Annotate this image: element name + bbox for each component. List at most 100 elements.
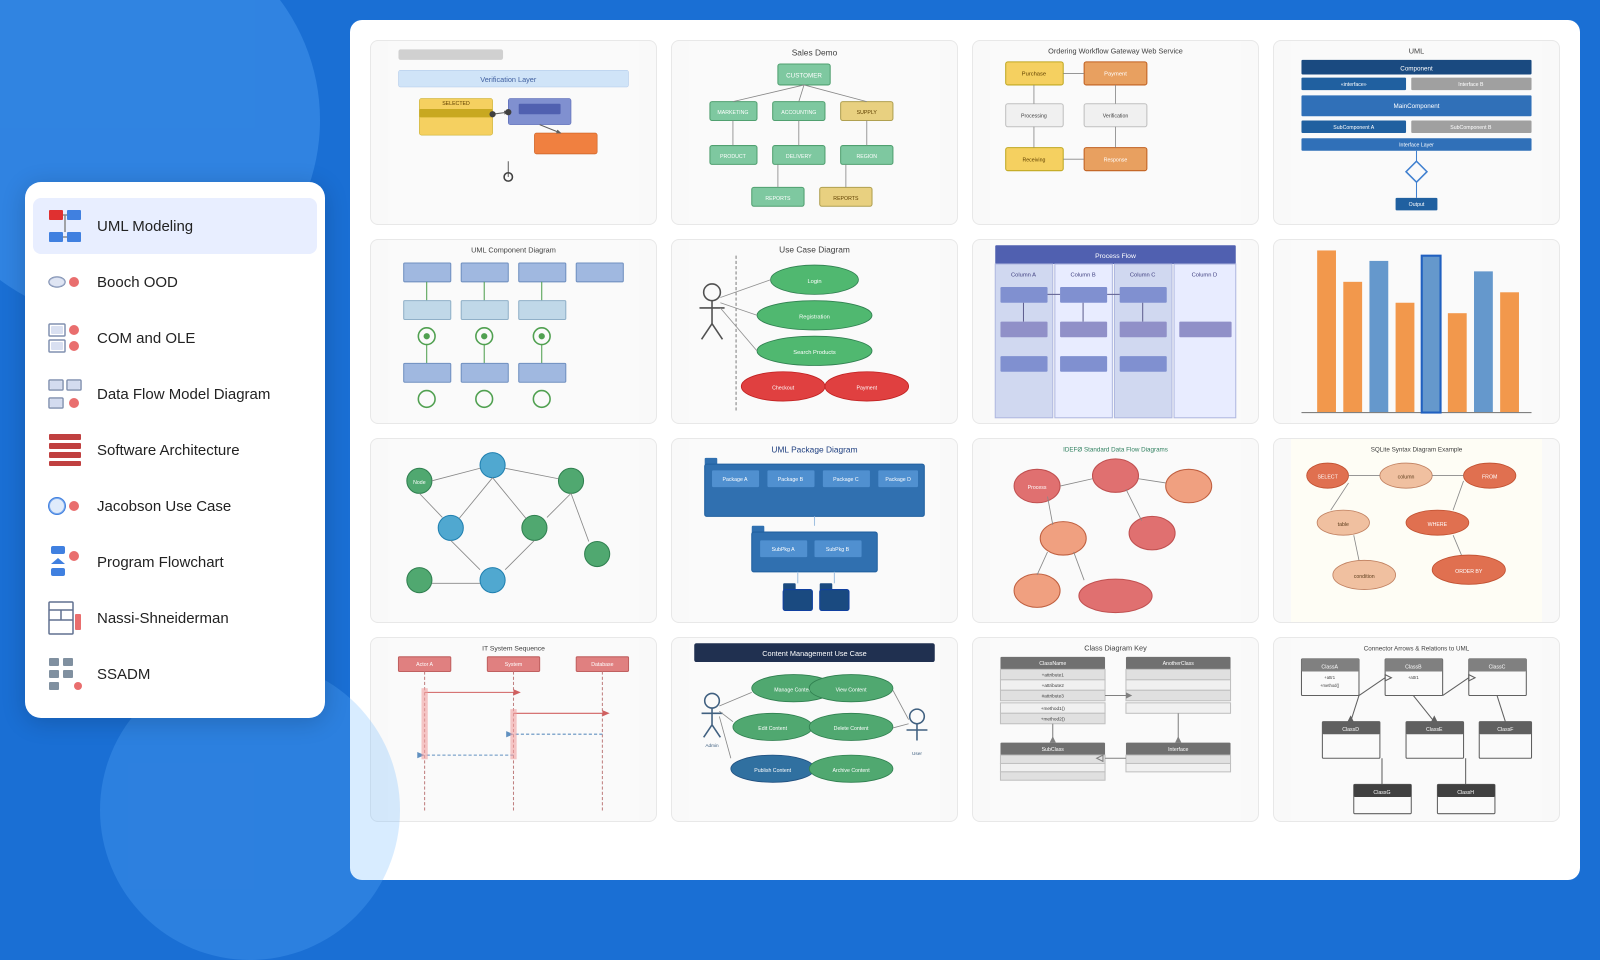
svg-text:System: System [505,662,522,668]
sidebar-item-software-arch[interactable]: Software Architecture [33,422,317,478]
svg-text:Archive Content: Archive Content [833,768,871,774]
diagram-card-5[interactable]: UML Component Diagram [370,239,657,424]
diagram-card-1[interactable]: Verification Layer SELECTED [370,40,657,225]
svg-text:ClassE: ClassE [1426,727,1443,733]
svg-text:MainComponent: MainComponent [1394,103,1440,110]
svg-text:SELECT: SELECT [1317,475,1338,481]
svg-text:Content Management Use Case: Content Management Use Case [762,649,866,658]
svg-text:Sales Demo: Sales Demo [792,48,838,58]
sidebar-item-label-ssadm: SSADM [97,666,150,683]
svg-text:IT System Sequence: IT System Sequence [482,646,545,653]
svg-text:Column C: Column C [1130,273,1156,279]
svg-text:SubPkg A: SubPkg A [772,547,795,553]
svg-text:ClassC: ClassC [1489,664,1506,670]
diagram-card-16[interactable]: Connector Arrows & Relations to UML Clas… [1273,637,1560,822]
svg-text:#attribute3: #attribute3 [1042,694,1065,699]
svg-text:Package D: Package D [885,477,911,483]
sidebar-item-ssadm[interactable]: SSADM [33,646,317,702]
svg-text:Process: Process [1028,485,1047,491]
svg-text:PRODUCT: PRODUCT [720,154,747,160]
svg-text:Receiving: Receiving [1022,157,1045,163]
diagram-card-7[interactable]: Process Flow Column A Column B Column C … [972,239,1259,424]
svg-text:Verification Layer: Verification Layer [480,75,537,84]
main-content: Verification Layer SELECTED [350,20,1580,880]
data-flow-icon [47,376,83,412]
diagram-card-13[interactable]: IT System Sequence Actor A System Databa… [370,637,657,822]
svg-text:UML: UML [1409,47,1424,56]
svg-text:+method(): +method() [1320,683,1340,688]
diagram-card-15[interactable]: Class Diagram Key ClassName +attribute1 … [972,637,1259,822]
svg-text:View Content: View Content [836,687,867,693]
sidebar-item-uml-modeling[interactable]: UML Modeling [33,198,317,254]
svg-text:Column B: Column B [1070,273,1095,279]
svg-text:Ordering Workflow Gateway Web: Ordering Workflow Gateway Web Service [1048,47,1183,56]
diagram-card-3[interactable]: Ordering Workflow Gateway Web Service Pu… [972,40,1259,225]
svg-text:UML Component Diagram: UML Component Diagram [471,246,556,255]
svg-text:Processing: Processing [1021,113,1047,119]
com-ole-icon [47,320,83,356]
svg-text:ClassG: ClassG [1373,790,1390,796]
svg-text:IDEFØ Standard Data Flow Diagr: IDEFØ Standard Data Flow Diagrams [1063,447,1168,454]
svg-text:Publish Content: Publish Content [754,768,791,774]
svg-text:ClassF: ClassF [1497,727,1513,733]
svg-text:ClassB: ClassB [1405,664,1422,670]
svg-text:column: column [1398,475,1415,481]
sidebar-item-label-flowchart: Program Flowchart [97,554,224,571]
svg-text:ACCOUNTING: ACCOUNTING [781,110,816,116]
svg-text:REGION: REGION [856,154,877,160]
svg-text:Verification: Verification [1103,113,1129,119]
svg-text:Column D: Column D [1192,273,1218,279]
sidebar-item-jacobson[interactable]: Jacobson Use Case [33,478,317,534]
svg-text:Payment: Payment [856,386,877,392]
sidebar-item-label-sw-arch: Software Architecture [97,442,240,459]
svg-text:SUPPLY: SUPPLY [857,110,878,116]
svg-text:Interface: Interface [1168,747,1188,753]
diagram-card-12[interactable]: SQLite Syntax Diagram Example SELECT col… [1273,438,1560,623]
sidebar-item-booch-ood[interactable]: Booch OOD [33,254,317,310]
diagram-card-10[interactable]: UML Package Diagram Package A Package B … [671,438,958,623]
svg-text:Process Flow: Process Flow [1095,253,1136,260]
svg-text:+method2(): +method2() [1041,717,1066,722]
diagram-card-9[interactable]: Node [370,438,657,623]
svg-text:table: table [1338,522,1349,528]
svg-text:Manage Content: Manage Content [774,687,813,693]
svg-text:Connector Arrows & Relations t: Connector Arrows & Relations to UML [1364,646,1470,653]
svg-text:Purchase: Purchase [1022,72,1046,78]
ssadm-icon [47,656,83,692]
sidebar-item-com-ole[interactable]: COM and OLE [33,310,317,366]
svg-text:SQLite Syntax Diagram Example: SQLite Syntax Diagram Example [1371,447,1463,454]
diagram-card-6[interactable]: Use Case Diagram Login Registration Sear… [671,239,958,424]
sidebar-item-nassi[interactable]: Nassi-Shneiderman [33,590,317,646]
nassi-icon [47,600,83,636]
svg-text:Column A: Column A [1011,273,1036,279]
svg-text:DELIVERY: DELIVERY [786,154,812,160]
sidebar-item-label-nassi: Nassi-Shneiderman [97,610,229,627]
svg-text:+attr1: +attr1 [1408,675,1419,680]
diagram-card-2[interactable]: Sales Demo CUSTOMER MARKETING ACCOUNTING… [671,40,958,225]
svg-text:Login: Login [807,279,821,285]
svg-text:Checkout: Checkout [772,386,795,392]
svg-text:+method1(): +method1() [1041,706,1066,711]
svg-text:SubComponent A: SubComponent A [1333,125,1374,131]
svg-text:Response: Response [1104,157,1128,163]
svg-text:MARKETING: MARKETING [717,110,748,116]
svg-text:WHERE: WHERE [1428,522,1448,528]
svg-text:Delete Content: Delete Content [834,726,869,732]
svg-text:Registration: Registration [799,314,830,320]
svg-text:REPORTS: REPORTS [765,196,791,202]
svg-text:SELECTED: SELECTED [442,101,470,107]
svg-text:Use Case Diagram: Use Case Diagram [779,245,850,255]
svg-text:REPORTS: REPORTS [833,196,859,202]
svg-text:Edit Content: Edit Content [758,726,787,732]
uml-modeling-icon [47,208,83,244]
diagram-card-11[interactable]: IDEFØ Standard Data Flow Diagrams Proces… [972,438,1259,623]
svg-text:SubClass: SubClass [1042,747,1065,753]
diagram-grid: Verification Layer SELECTED [370,40,1560,822]
sidebar-item-data-flow[interactable]: Data Flow Model Diagram [33,366,317,422]
sidebar-item-program-flowchart[interactable]: Program Flowchart [33,534,317,590]
diagram-card-8[interactable] [1273,239,1560,424]
sidebar-item-label-uml: UML Modeling [97,218,193,235]
diagram-card-14[interactable]: Content Management Use Case Admin User M… [671,637,958,822]
diagram-card-4[interactable]: UML Component «interface» Interface B Ma… [1273,40,1560,225]
svg-text:SubPkg B: SubPkg B [826,547,850,553]
